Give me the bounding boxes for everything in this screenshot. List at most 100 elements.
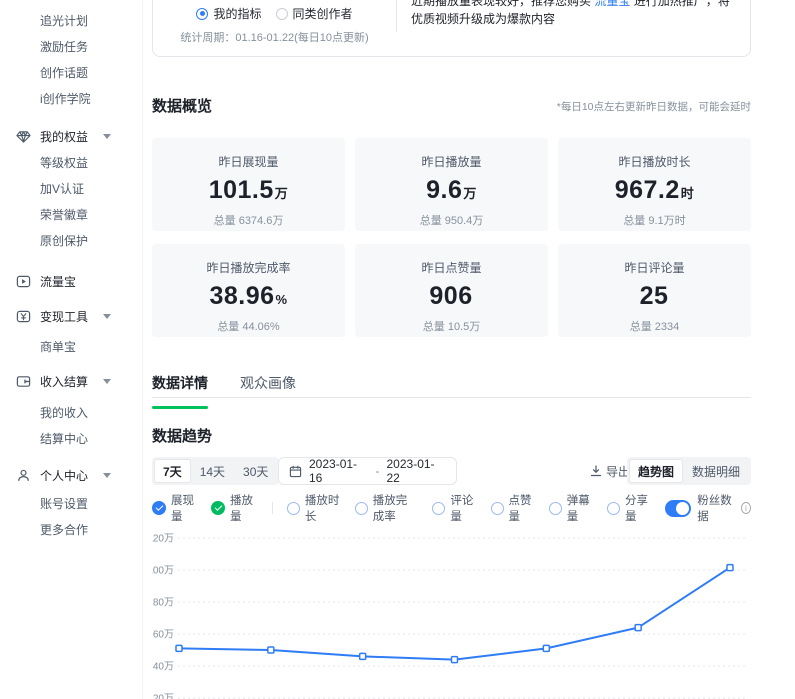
metric-checkbox-plays[interactable]: 播放量 <box>211 492 256 524</box>
sidebar-item-income-settlement[interactable]: 收入结算 <box>0 368 142 394</box>
sidebar-item-incentive-task[interactable]: 激励任务 <box>0 33 142 59</box>
fans-toggle-label: 粉丝数据 <box>697 492 735 524</box>
sidebar-item-creation-topic[interactable]: 创作话题 <box>0 59 142 85</box>
gem-icon <box>15 128 31 144</box>
sidebar-item-more-cooperation[interactable]: 更多合作 <box>0 516 142 542</box>
sidebar-item-business-order[interactable]: 商单宝 <box>0 333 142 359</box>
info-icon[interactable]: i <box>741 502 751 514</box>
tab-audience-profile[interactable]: 观众画像 <box>240 373 296 397</box>
sidebar-item-creator-academy[interactable]: i创作学院 <box>0 85 142 111</box>
metric-checkbox-danmaku[interactable]: 弹幕量 <box>549 492 593 524</box>
y-axis-tick-label: 80万 <box>153 598 174 609</box>
wallet-icon <box>15 373 31 389</box>
unchecked-circle-icon <box>491 502 504 515</box>
chevron-down-icon <box>103 473 111 478</box>
data-point-marker <box>268 647 274 653</box>
update-note: *每日10点左右更新昨日数据，可能会延时 <box>557 99 751 114</box>
sidebar-item-my-benefits[interactable]: 我的权益 <box>0 123 142 149</box>
sidebar-item-personal-center[interactable]: 个人中心 <box>0 462 142 488</box>
promo-text: 近期播放量表现较好，推荐您购买 流量宝 进行加热推广，将优质视频升级成为爆款内容 <box>397 0 750 56</box>
main-content: 我的指标 同类创作者 统计周期：01.16-01.22(每日10点更新) 近期播… <box>152 0 751 699</box>
traffic-boost-link[interactable]: 流量宝 <box>594 0 630 8</box>
chevron-down-icon <box>103 379 111 384</box>
chevron-down-icon <box>103 314 111 319</box>
trend-chart: 120万 100万 80万 60万 40万 20万 <box>152 525 751 699</box>
unchecked-circle-icon <box>549 502 562 515</box>
date-range-picker[interactable]: 2023-01-16 - 2023-01-22 <box>278 457 457 485</box>
range-7d-button[interactable]: 7天 <box>154 459 191 483</box>
trend-filters: 7天 14天 30天 2023-01-16 - 2023-01-22 导出数据 … <box>152 457 751 485</box>
range-segmented-control: 7天 14天 30天 <box>152 457 279 485</box>
detail-tabs: 数据详情 观众画像 <box>152 373 751 398</box>
monetize-tool-icon <box>15 308 31 324</box>
unchecked-circle-icon <box>432 502 445 515</box>
stat-card-comments: 昨日评论量 25 总量 2334 <box>558 244 751 337</box>
trend-chart-svg: 120万 100万 80万 60万 40万 20万 <box>152 525 751 699</box>
stat-card-plays: 昨日播放量 9.6万 总量 950.4万 <box>355 138 548 231</box>
y-axis-tick-label: 60万 <box>153 630 174 641</box>
range-30d-button[interactable]: 30天 <box>234 459 277 483</box>
metric-checkbox-impressions[interactable]: 展现量 <box>152 492 197 524</box>
sidebar-item-original-protection[interactable]: 原创保护 <box>0 227 142 253</box>
user-icon <box>15 467 31 483</box>
range-14d-button[interactable]: 14天 <box>191 459 234 483</box>
unchecked-circle-icon <box>607 502 620 515</box>
tab-data-detail[interactable]: 数据详情 <box>152 373 208 397</box>
data-point-marker <box>727 565 733 571</box>
radio-my-metrics[interactable]: 我的指标 <box>196 5 261 22</box>
y-axis-tick-label: 40万 <box>153 662 174 673</box>
stat-card-impressions: 昨日展现量 101.5万 总量 6374.6万 <box>152 138 345 231</box>
data-overview-title: 数据概览 <box>152 95 212 116</box>
data-point-marker <box>635 625 641 631</box>
sidebar-item-honor-badge[interactable]: 荣誉徽章 <box>0 201 142 227</box>
sidebar-item-account-settings[interactable]: 账号设置 <box>0 490 142 516</box>
calendar-icon <box>289 465 302 478</box>
fans-data-toggle[interactable] <box>665 500 691 517</box>
sidebar-item-level-benefits[interactable]: 等级权益 <box>0 149 142 175</box>
sidebar-item-settlement-center[interactable]: 结算中心 <box>0 425 142 451</box>
traffic-boost-icon <box>15 273 31 289</box>
metric-scope-panel: 我的指标 同类创作者 统计周期：01.16-01.22(每日10点更新) <box>153 0 396 56</box>
metric-checkbox-completion-rate[interactable]: 播放完成率 <box>355 492 419 524</box>
sidebar-item-traffic-boost[interactable]: 流量宝 <box>0 268 142 294</box>
checked-circle-icon <box>211 501 225 515</box>
unchecked-circle-icon <box>287 502 300 515</box>
stat-cards-grid: 昨日展现量 101.5万 总量 6374.6万 昨日播放量 9.6万 总量 95… <box>152 138 751 337</box>
creator-dashboard-page: 追光计划 激励任务 创作话题 i创作学院 我的权益 等级权益 加V认证 荣誉徽章… <box>0 0 795 699</box>
sidebar-item-spotlight-plan[interactable]: 追光计划 <box>0 7 142 33</box>
unchecked-circle-icon <box>355 502 368 515</box>
legend-divider <box>272 502 273 514</box>
checked-circle-icon <box>152 501 166 515</box>
data-point-marker <box>543 645 549 651</box>
y-axis-tick-label: 120万 <box>152 534 174 545</box>
radio-unselected-icon <box>276 8 288 20</box>
metric-checkbox-watch-time[interactable]: 播放时长 <box>287 492 341 524</box>
radio-selected-icon <box>196 8 208 20</box>
metric-checkbox-shares[interactable]: 分享量 <box>607 492 651 524</box>
stat-card-watch-time: 昨日播放时长 967.2时 总量 9.1万时 <box>558 138 751 231</box>
overview-promo-card: 我的指标 同类创作者 统计周期：01.16-01.22(每日10点更新) 近期播… <box>152 0 751 57</box>
sidebar-item-my-income[interactable]: 我的收入 <box>0 399 142 425</box>
sidebar-item-v-verification[interactable]: 加V认证 <box>0 175 142 201</box>
view-segmented-control: 趋势图 数据明细 <box>627 457 751 485</box>
radio-peer-creators[interactable]: 同类创作者 <box>276 5 353 22</box>
chevron-down-icon <box>103 134 111 139</box>
stat-card-likes: 昨日点赞量 906 总量 10.5万 <box>355 244 548 337</box>
stat-period-text: 统计周期：01.16-01.22(每日10点更新) <box>153 29 396 45</box>
data-point-marker <box>176 645 182 651</box>
metric-checkbox-comments[interactable]: 评论量 <box>432 492 476 524</box>
y-axis-tick-label: 20万 <box>153 694 174 699</box>
data-trend-title: 数据趋势 <box>152 425 212 446</box>
view-trend-chart-button[interactable]: 趋势图 <box>629 459 683 483</box>
trend-line-impressions <box>179 568 730 660</box>
download-icon <box>590 465 602 477</box>
data-point-marker <box>360 653 366 659</box>
sidebar-item-monetize-tools[interactable]: 变现工具 <box>0 303 142 329</box>
sidebar: 追光计划 激励任务 创作话题 i创作学院 我的权益 等级权益 加V认证 荣誉徽章… <box>0 0 143 699</box>
y-axis-tick-label: 100万 <box>152 566 174 577</box>
data-point-marker <box>451 657 457 663</box>
date-start: 2023-01-16 <box>309 457 369 485</box>
view-data-table-button[interactable]: 数据明细 <box>683 459 749 483</box>
metric-checkbox-likes[interactable]: 点赞量 <box>491 492 535 524</box>
metric-legend: 展现量 播放量 播放时长 播放完成率 评论量 点赞量 弹幕量 分享量 粉丝数据 … <box>152 499 751 517</box>
